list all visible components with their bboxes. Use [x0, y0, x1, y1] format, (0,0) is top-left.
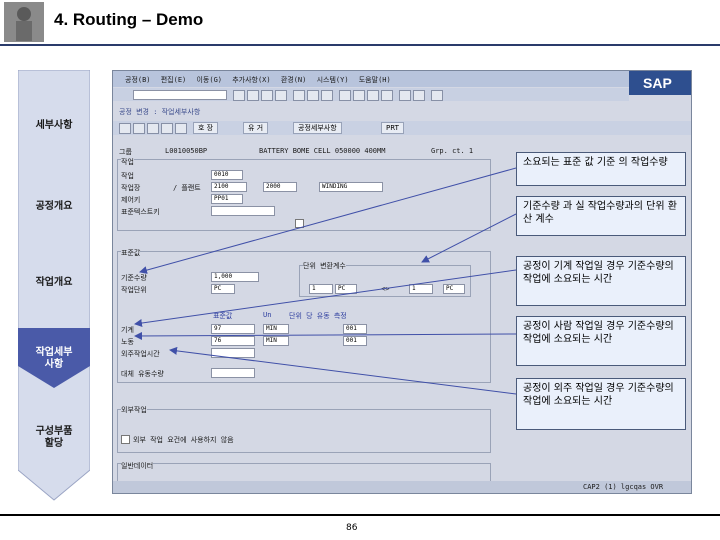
arrow-machine-time: [134, 269, 517, 327]
annotation-arrows: [134, 167, 517, 395]
arrow-external-time: [169, 346, 517, 395]
arrow-base-qty: [139, 167, 517, 274]
arrow-labor-time: [134, 331, 517, 340]
footer-divider: [0, 514, 720, 516]
arrow-conversion: [421, 213, 517, 263]
page-number: 86: [346, 523, 358, 533]
